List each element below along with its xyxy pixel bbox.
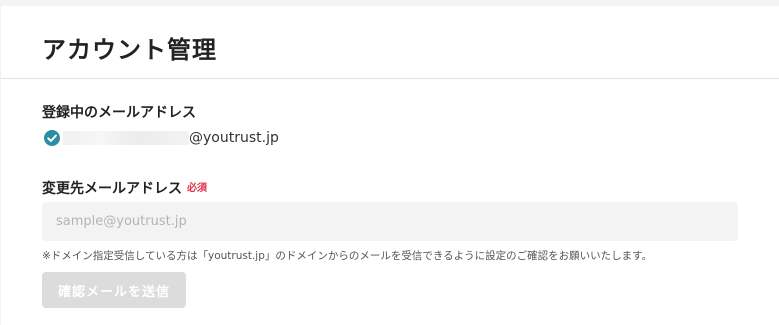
page-title: アカウント管理	[42, 36, 217, 64]
new-email-label-text: 変更先メールアドレス	[42, 181, 182, 197]
send-confirmation-email-button[interactable]: 確認メールを送信	[42, 272, 186, 308]
new-email-label: 変更先メールアドレス 必須	[42, 178, 207, 198]
check-circle-icon	[44, 130, 60, 146]
current-email-label: 登録中のメールアドレス	[42, 105, 196, 121]
account-settings-card: アカウント管理 登録中のメールアドレス @youtrust.jp 変更先メールア…	[1, 6, 779, 325]
current-email-row: @youtrust.jp	[44, 129, 279, 147]
header-divider	[1, 78, 779, 79]
current-email-domain: @youtrust.jp	[189, 130, 279, 146]
new-email-input[interactable]	[42, 202, 738, 241]
domain-receive-note: ※ドメイン指定受信している方は「youtrust.jp」のドメインからのメールを…	[42, 250, 653, 262]
masked-email-local-part	[63, 131, 189, 145]
required-badge: 必須	[187, 183, 207, 194]
